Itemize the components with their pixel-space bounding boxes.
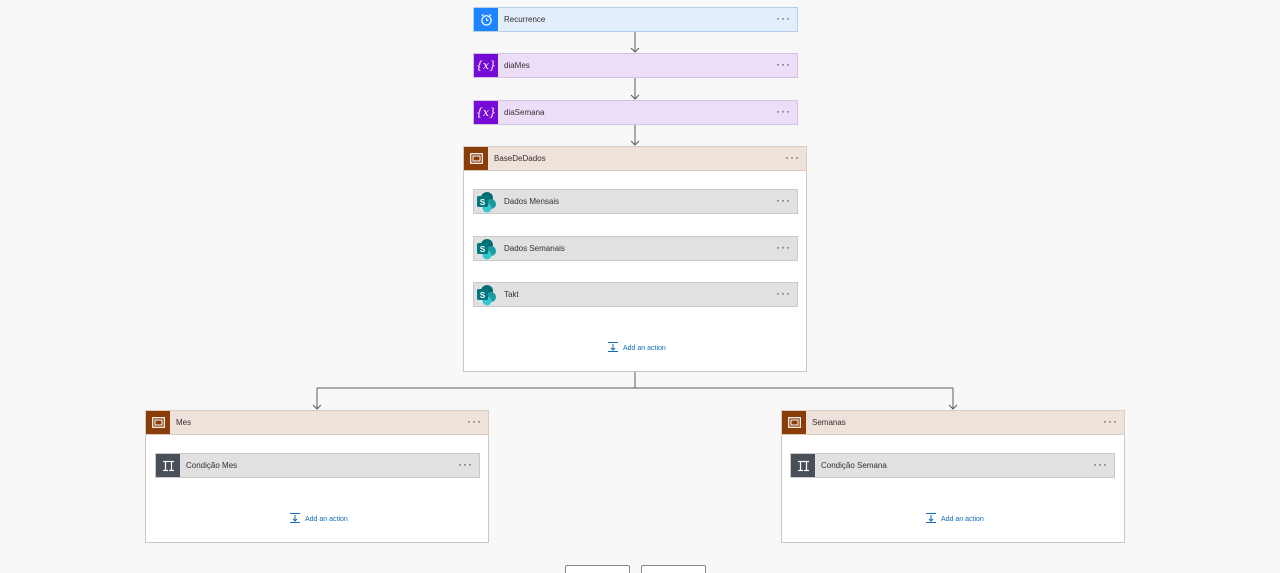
bottom-button-left[interactable]	[565, 565, 630, 573]
condicao-semana-card[interactable]: Condição Semana ···	[790, 453, 1115, 478]
semanas-add-action-button[interactable]: Add an action	[925, 512, 984, 526]
scope-icon	[146, 411, 170, 434]
mes-add-action-button[interactable]: Add an action	[289, 512, 348, 526]
sharepoint-icon: S	[474, 283, 498, 306]
recurrence-label: Recurrence	[504, 15, 546, 24]
condicao-mes-card[interactable]: Condição Mes ···	[155, 453, 480, 478]
alarm-clock-icon	[474, 8, 498, 31]
basededados-header[interactable]: BaseDeDados ···	[463, 146, 807, 171]
semanas-header[interactable]: Semanas ···	[781, 410, 1125, 435]
diames-card[interactable]: {x} diaMes ···	[473, 53, 798, 78]
basededados-label: BaseDeDados	[494, 154, 546, 163]
sharepoint-icon: S	[474, 237, 498, 260]
scope-icon	[464, 147, 488, 170]
add-action-icon	[925, 512, 937, 526]
svg-text:S: S	[480, 198, 486, 207]
diasemana-label: diaSemana	[504, 108, 545, 117]
takt-card[interactable]: S Takt ···	[473, 282, 798, 307]
semanas-more-button[interactable]: ···	[1103, 415, 1118, 431]
condicao-semana-label: Condição Semana	[821, 461, 887, 470]
dados-mensais-label: Dados Mensais	[504, 197, 560, 206]
condicao-semana-more-button[interactable]: ···	[1093, 458, 1108, 474]
dados-mensais-card[interactable]: S Dados Mensais ···	[473, 189, 798, 214]
condicao-mes-label: Condição Mes	[186, 461, 238, 470]
takt-more-button[interactable]: ···	[776, 287, 791, 303]
condition-icon	[156, 454, 180, 477]
mes-label: Mes	[176, 418, 192, 427]
basededados-add-action-button[interactable]: Add an action	[607, 341, 666, 355]
basededados-more-button[interactable]: ···	[785, 151, 800, 167]
scope-icon	[782, 411, 806, 434]
diasemana-more-button[interactable]: ···	[776, 105, 791, 121]
diasemana-card[interactable]: {x} diaSemana ···	[473, 100, 798, 125]
variable-icon: {x}	[474, 101, 498, 124]
add-action-label: Add an action	[941, 515, 984, 523]
bottom-button-right[interactable]	[641, 565, 706, 573]
add-action-icon	[289, 512, 301, 526]
mes-header[interactable]: Mes ···	[145, 410, 489, 435]
diames-more-button[interactable]: ···	[776, 58, 791, 74]
svg-text:S: S	[480, 291, 486, 300]
condition-icon	[791, 454, 815, 477]
recurrence-more-button[interactable]: ···	[776, 12, 791, 28]
variable-icon: {x}	[474, 54, 498, 77]
add-action-label: Add an action	[623, 344, 666, 352]
sharepoint-icon: S	[474, 190, 498, 213]
add-action-label: Add an action	[305, 515, 348, 523]
semanas-label: Semanas	[812, 418, 846, 427]
dados-semanais-card[interactable]: S Dados Semanais ···	[473, 236, 798, 261]
recurrence-card[interactable]: Recurrence ···	[473, 7, 798, 32]
takt-label: Takt	[504, 290, 519, 299]
svg-text:S: S	[480, 245, 486, 254]
dados-semanais-label: Dados Semanais	[504, 244, 565, 253]
dados-mensais-more-button[interactable]: ···	[776, 194, 791, 210]
mes-more-button[interactable]: ···	[467, 415, 482, 431]
add-action-icon	[607, 341, 619, 355]
dados-semanais-more-button[interactable]: ···	[776, 241, 791, 257]
condicao-mes-more-button[interactable]: ···	[458, 458, 473, 474]
diames-label: diaMes	[504, 61, 530, 70]
